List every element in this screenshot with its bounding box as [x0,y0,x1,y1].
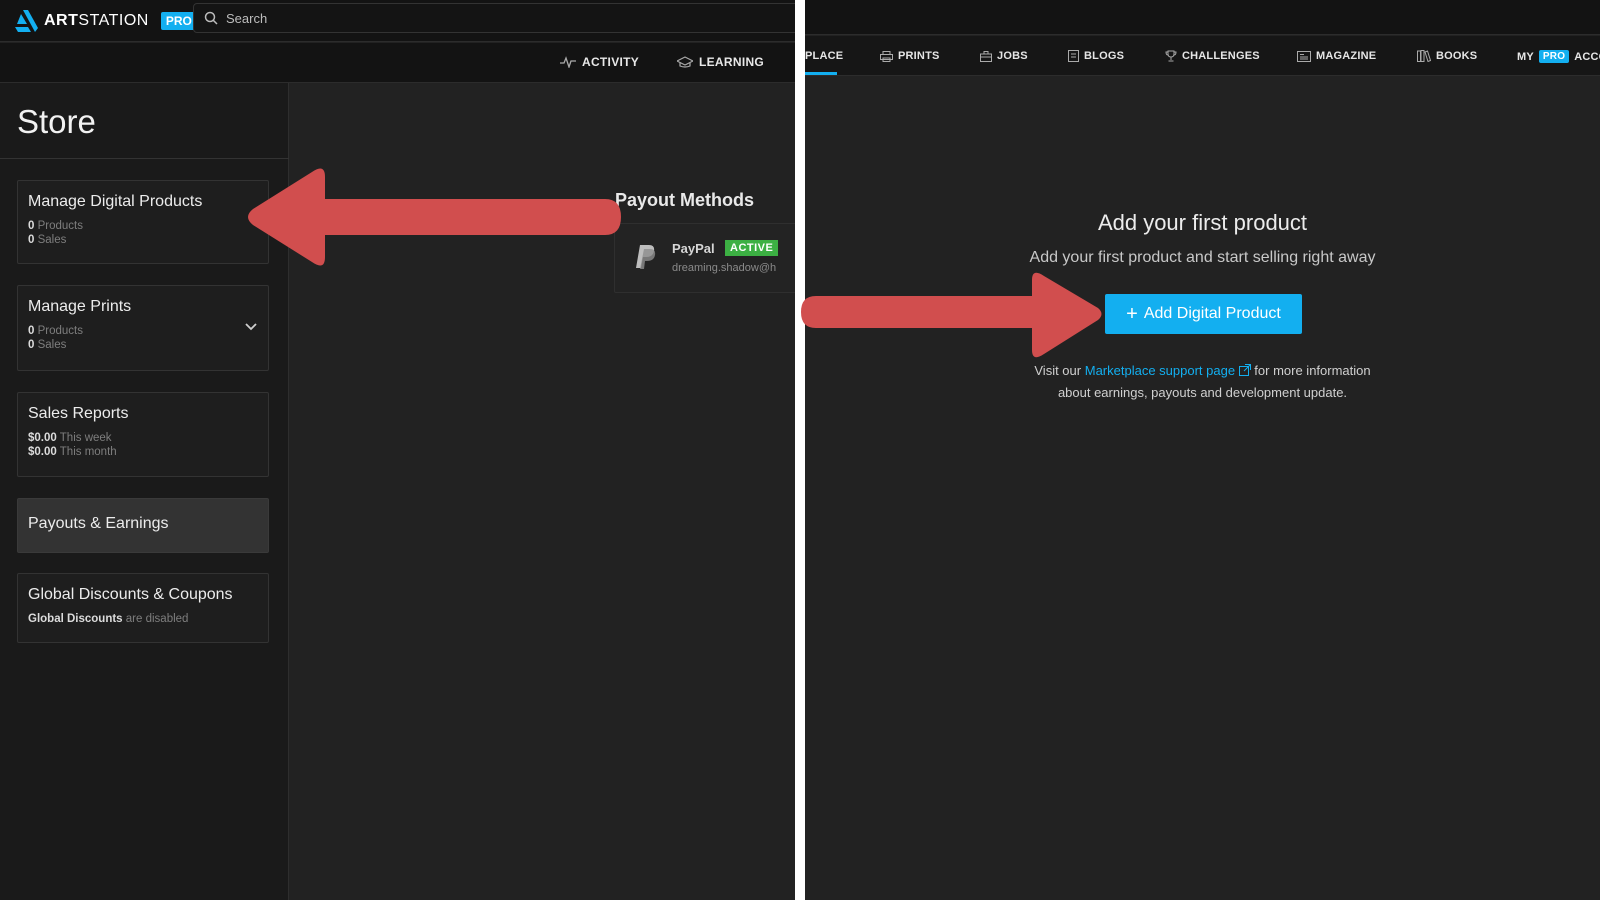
card-sales-reports[interactable]: Sales Reports $0.00 This week $0.00 This… [17,392,269,477]
card-manage-digital-products[interactable]: Manage Digital Products 0 Products 0 Sal… [17,180,269,264]
plus-icon: + [1126,303,1138,325]
card-stat-sales: 0 Sales [28,339,67,351]
info-suffix: for more information [1254,363,1371,378]
nav-label-suffix: ACCO [1574,50,1600,63]
add-button-label: Add Digital Product [1143,305,1281,322]
nav-learning[interactable]: LEARNING [677,55,764,69]
card-stat-discounts: Global Discounts are disabled [28,613,189,625]
empty-state-title: Add your first product [1097,210,1308,235]
card-stat-sales: 0 Sales [28,234,67,246]
card-title: Manage Digital Products [28,193,203,210]
top-header: ARTSTATION PRO [0,0,795,42]
card-payouts-earnings[interactable]: Payouts & Earnings [17,498,269,553]
card-stat-products: 0 Products [28,325,83,337]
sidebar-divider [0,158,289,159]
nav-label: PRINTS [898,50,940,62]
trophy-icon [1165,50,1177,62]
nav-label: BOOKS [1436,50,1478,62]
pro-badge: PRO [1538,50,1570,63]
nav-label: CHALLENGES [1182,50,1260,62]
support-info-text: Visit our Marketplace support page for m… [805,360,1600,404]
card-stat-week: $0.00 This week [28,432,112,444]
nav-label: MAGAZINE [1316,50,1377,62]
graduation-cap-icon [677,56,693,68]
payout-method-card[interactable]: PayPal ACTIVE dreaming.shadow@h [614,223,795,293]
nav-activity[interactable]: ACTIVITY [560,55,639,69]
card-title: Manage Prints [28,298,132,315]
activity-icon [560,56,576,68]
card-manage-prints[interactable]: Manage Prints 0 Products 0 Sales [17,285,269,371]
nav-marketplace[interactable]: PLACE [805,50,843,62]
card-title: Sales Reports [28,405,129,422]
nav-label: JOBS [997,50,1028,62]
magazine-icon [1297,50,1311,62]
card-title: Payouts & Earnings [28,515,169,532]
link-label: Marketplace support page [1084,363,1236,378]
chevron-down-icon[interactable] [244,322,258,332]
info-line2: about earnings, payouts and development … [1057,385,1348,400]
empty-state-subtitle: Add your first product and start selling… [1029,249,1376,266]
top-header [805,0,1600,35]
nav-learning-label: LEARNING [699,55,765,69]
main-nav: PLACE PRINTS JOBS BLOGS CHALLENGES MAGAZ… [805,36,1600,76]
brand-name: ARTSTATION [44,12,149,29]
nav-label: PLACE [805,50,844,62]
marketplace-support-link[interactable]: Marketplace support page [1085,363,1255,378]
prints-icon [880,50,893,62]
nav-magazine[interactable]: MAGAZINE [1297,50,1376,62]
nav-challenges[interactable]: CHALLENGES [1165,50,1260,62]
artstation-logo-icon [15,10,38,32]
blog-icon [1068,50,1079,62]
active-tab-indicator [805,72,837,75]
briefcase-icon [980,50,992,62]
nav-my-pro-account[interactable]: MY PRO ACCO [1517,50,1600,63]
card-stat-month: $0.00 This month [28,446,117,458]
card-stat-products: 0 Products [28,220,83,232]
nav-books[interactable]: BOOKS [1417,50,1477,62]
nav-blogs[interactable]: BLOGS [1068,50,1124,62]
secondary-nav: ACTIVITY LEARNING [0,43,795,83]
nav-prints[interactable]: PRINTS [880,50,940,62]
nav-label: BLOGS [1084,50,1125,62]
info-prefix: Visit our [1034,363,1082,378]
paypal-icon [636,245,656,269]
nav-activity-label: ACTIVITY [582,55,640,69]
arrow-left-annotation [248,168,621,266]
payout-method-name: PayPal [672,241,715,256]
card-title: Global Discounts & Coupons [28,586,233,603]
books-icon [1417,50,1431,62]
left-screenshot-panel: ARTSTATION PRO ACTIVITY LEARNING Store M… [0,0,795,900]
payout-methods-title: Payout Methods [615,190,755,210]
search-input[interactable] [226,10,726,26]
add-digital-product-button[interactable]: + Add Digital Product [1105,294,1302,334]
search-bar[interactable] [193,3,795,33]
artstation-logo[interactable]: ARTSTATION PRO [14,8,197,34]
search-icon [204,11,218,25]
right-screenshot-panel: PLACE PRINTS JOBS BLOGS CHALLENGES MAGAZ… [805,0,1600,900]
arrow-right-annotation [801,272,1102,358]
nav-label: MY [1517,50,1534,63]
nav-jobs[interactable]: JOBS [980,50,1028,62]
status-badge: ACTIVE [725,240,779,256]
pro-badge: PRO [160,12,197,30]
card-global-discounts[interactable]: Global Discounts & Coupons Global Discou… [17,573,269,643]
payout-email: dreaming.shadow@h [672,262,777,274]
panel-divider [795,0,805,900]
external-link-icon [1238,364,1251,376]
page-title: Store [17,103,96,140]
